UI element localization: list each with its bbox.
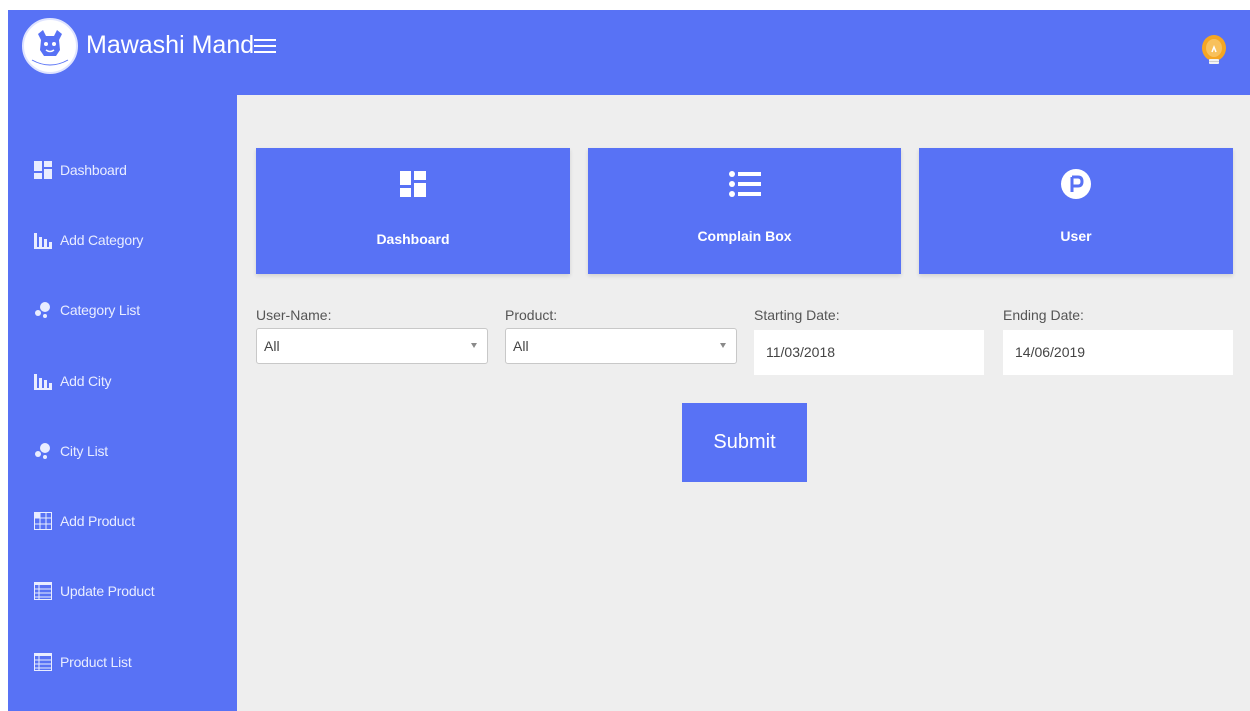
sidebar-item-category-list[interactable]: Category List: [33, 295, 140, 325]
brand-logo[interactable]: [22, 18, 78, 74]
card-label: User: [1060, 228, 1092, 244]
sidebar-item-label: Dashboard: [60, 162, 127, 178]
chevron-down-icon: [471, 343, 477, 348]
sidebar-item-label: Add City: [60, 373, 112, 389]
table-icon: [33, 652, 53, 672]
menu-toggle-icon[interactable]: [254, 35, 276, 57]
grid-add-icon: [33, 511, 53, 531]
starting-date-value: 11/03/2018: [766, 344, 836, 360]
bar-chart-icon: [33, 371, 53, 391]
card-dashboard[interactable]: Dashboard: [256, 148, 570, 274]
sidebar-item-city-list[interactable]: City List: [33, 436, 108, 466]
sidebar-item-label: Update Product: [60, 583, 155, 599]
sidebar-item-label: City List: [60, 443, 108, 459]
product-label: Product:: [505, 307, 558, 323]
sidebar-item-label: Add Product: [60, 513, 135, 529]
list-icon: [728, 168, 761, 200]
top-bar: Mawashi Mand: [8, 10, 1250, 95]
sidebar-item-dashboard[interactable]: Dashboard: [33, 155, 127, 185]
sidebar-item-add-product[interactable]: Add Product: [33, 506, 135, 536]
lightbulb-icon[interactable]: [1200, 34, 1228, 66]
parking-circle-icon: [1060, 168, 1092, 200]
sidebar-item-add-category[interactable]: Add Category: [33, 225, 143, 255]
bar-chart-icon: [33, 230, 53, 250]
card-complain-box[interactable]: Complain Box: [588, 148, 901, 274]
sidebar-item-update-product[interactable]: Update Product: [33, 576, 155, 606]
sidebar-item-label: Category List: [60, 302, 140, 318]
user-name-label: User-Name:: [256, 307, 332, 323]
sidebar-item-label: Product List: [60, 654, 132, 670]
brand-title[interactable]: Mawashi Mand: [86, 31, 254, 60]
bubbles-icon: [33, 441, 53, 461]
user-name-value: All: [264, 338, 280, 354]
card-user[interactable]: User: [919, 148, 1233, 274]
product-select[interactable]: All: [505, 328, 737, 364]
sidebar-item-product-list[interactable]: Product List: [33, 647, 132, 677]
sidebar-item-label: Add Category: [60, 232, 144, 248]
sidebar-item-add-city[interactable]: Add City: [33, 366, 112, 396]
ending-date-input[interactable]: 14/06/2019: [1003, 330, 1233, 375]
chevron-down-icon: [720, 343, 726, 348]
dashboard-icon: [397, 168, 429, 200]
user-name-select[interactable]: All: [256, 328, 488, 364]
starting-date-label: Starting Date:: [754, 307, 840, 323]
submit-button[interactable]: Submit: [682, 403, 807, 482]
bubbles-icon: [33, 300, 53, 320]
sidebar: Dashboard Add Category Category List Add…: [8, 95, 237, 711]
card-label: Dashboard: [376, 231, 450, 247]
product-value: All: [513, 338, 529, 354]
app-shell: Mawashi Mand Dashboard Add Category Cate…: [8, 10, 1250, 711]
starting-date-input[interactable]: 11/03/2018: [754, 330, 984, 375]
ending-date-label: Ending Date:: [1003, 307, 1084, 323]
card-label: Complain Box: [697, 228, 792, 244]
dashboard-icon: [33, 160, 53, 180]
table-icon: [33, 581, 53, 601]
ending-date-value: 14/06/2019: [1015, 344, 1086, 360]
